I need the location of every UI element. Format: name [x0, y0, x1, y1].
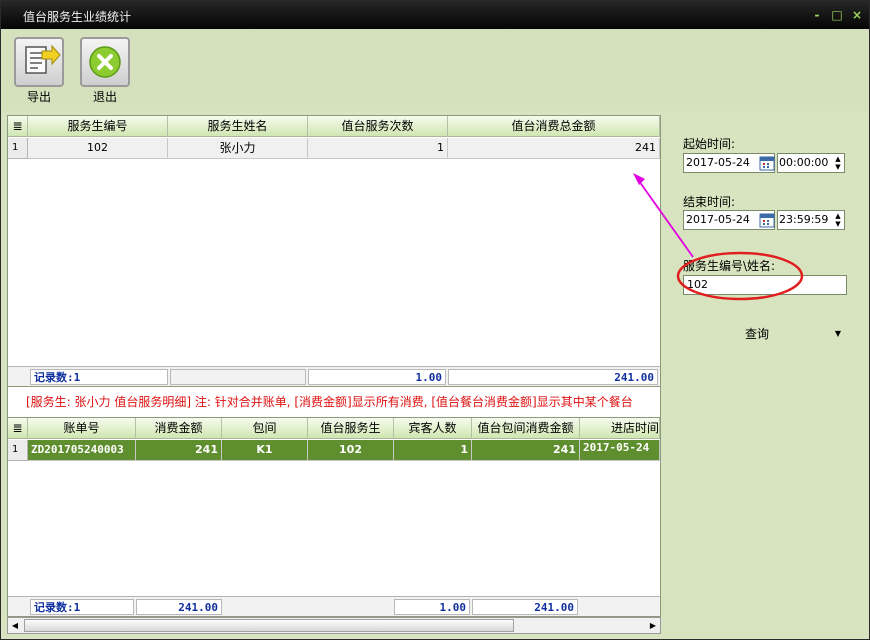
- cell-staff-name[interactable]: 张小力: [168, 138, 308, 159]
- record-count: 记录数:1: [30, 369, 168, 385]
- col-bill-no[interactable]: 账单号: [28, 418, 136, 439]
- title-bar: 值台服务生业绩统计 - □ ×: [1, 1, 869, 29]
- maximize-button[interactable]: □: [829, 7, 845, 23]
- col-service-count[interactable]: 值台服务次数: [308, 116, 448, 137]
- cell-consume-amount[interactable]: 241: [136, 440, 222, 461]
- col-total-amount[interactable]: 值台消费总金额: [448, 116, 660, 137]
- row-number: 1: [8, 440, 28, 461]
- col-staff-id[interactable]: 服务生编号: [28, 116, 168, 137]
- table-row[interactable]: 1 102 张小力 1 241: [8, 138, 660, 159]
- footer-empty: [170, 369, 306, 385]
- end-time-value: 23:59:59: [779, 213, 829, 226]
- footer-room-total: 241.00: [472, 599, 578, 615]
- summary-grid-header: ≣ 服务生编号 服务生姓名 值台服务次数 值台消费总金额: [8, 116, 660, 137]
- row-number: 1: [8, 138, 28, 159]
- footer-guests-total: 1.00: [394, 599, 470, 615]
- col-staff-name[interactable]: 服务生姓名: [168, 116, 308, 137]
- detail-grid-header: ≣ 账单号 消费金额 包间 值台服务生 宾客人数 值台包间消费金额 进店时间: [8, 418, 660, 439]
- end-time-label: 结束时间:: [683, 195, 736, 209]
- cell-guest-count[interactable]: 1: [394, 440, 472, 461]
- main-window: 值台服务生业绩统计 - □ × 导出 退出 ≣ 服务生编号 服务生姓名 值台服务…: [0, 0, 870, 640]
- cell-service-staff[interactable]: 102: [308, 440, 394, 461]
- toolbar: 导出 退出: [1, 29, 869, 111]
- exit-label: 退出: [92, 90, 117, 104]
- col-guest-count[interactable]: 宾客人数: [394, 418, 472, 439]
- cell-service-count[interactable]: 1: [308, 138, 448, 159]
- cell-checkin-time[interactable]: 2017-05-24: [580, 440, 660, 461]
- col-service-staff[interactable]: 值台服务生: [308, 418, 394, 439]
- query-button[interactable]: 查询 ▼: [715, 323, 855, 345]
- export-button[interactable]: 导出: [13, 37, 65, 105]
- start-date-value: 2017-05-24: [686, 156, 750, 169]
- summary-grid-footer: 记录数:1 1.00 241.00: [8, 366, 660, 386]
- calendar-icon[interactable]: [759, 212, 775, 228]
- cell-staff-id[interactable]: 102: [28, 138, 168, 159]
- cell-bill-no[interactable]: ZD201705240003: [28, 440, 136, 461]
- end-time-input[interactable]: 23:59:59 ▲ ▼: [777, 210, 845, 230]
- staff-input-value: 102: [687, 278, 708, 291]
- col-room[interactable]: 包间: [222, 418, 308, 439]
- cell-total-amount[interactable]: 241: [448, 138, 660, 159]
- scroll-left-icon[interactable]: ◀: [8, 618, 22, 633]
- detail-grid: ≣ 账单号 消费金额 包间 值台服务生 宾客人数 值台包间消费金额 进店时间 1…: [7, 417, 661, 617]
- exit-icon: [80, 37, 130, 87]
- grid-menu-icon[interactable]: ≣: [8, 418, 28, 439]
- footer-amount-total: 241.00: [136, 599, 222, 615]
- start-time-label: 起始时间:: [683, 137, 736, 151]
- cell-room-amount[interactable]: 241: [472, 440, 580, 461]
- spinner-icon[interactable]: ▲ ▼: [833, 212, 843, 228]
- end-date-value: 2017-05-24: [686, 213, 750, 226]
- minimize-button[interactable]: -: [809, 7, 825, 23]
- window-title: 值台服务生业绩统计: [23, 10, 132, 24]
- scroll-thumb[interactable]: [24, 619, 514, 632]
- detail-grid-footer: 记录数:1 241.00 1.00 241.00: [8, 596, 660, 616]
- close-button[interactable]: ×: [849, 7, 865, 23]
- horizontal-scrollbar[interactable]: ◀ ▶: [7, 617, 661, 634]
- filter-panel: 起始时间: 2017-05-24 00:00:00 ▲ ▼ 结束时间: 2017-…: [665, 111, 867, 635]
- export-icon: [14, 37, 64, 87]
- cell-room[interactable]: K1: [222, 440, 308, 461]
- staff-label: 服务生编号\姓名:: [683, 259, 776, 273]
- col-checkin-time[interactable]: 进店时间: [580, 418, 660, 439]
- start-time-input[interactable]: 00:00:00 ▲ ▼: [777, 153, 845, 173]
- footer-service-total: 1.00: [308, 369, 446, 385]
- record-count: 记录数:1: [30, 599, 134, 615]
- summary-grid: ≣ 服务生编号 服务生姓名 值台服务次数 值台消费总金额 1 102 张小力 1…: [7, 115, 661, 387]
- detail-info-text: [服务生: 张小力 值台服务明细] 注: 针对合并账单, [消费金额]显示所有消…: [7, 387, 661, 417]
- footer-amount-total: 241.00: [448, 369, 658, 385]
- scroll-right-icon[interactable]: ▶: [646, 618, 660, 633]
- start-time-value: 00:00:00: [779, 156, 829, 169]
- calendar-icon[interactable]: [759, 155, 775, 171]
- dropdown-arrow-icon[interactable]: ▼: [835, 323, 841, 345]
- staff-input[interactable]: 102: [683, 275, 847, 295]
- query-label: 查询: [745, 327, 770, 341]
- grid-menu-icon[interactable]: ≣: [8, 116, 28, 137]
- col-consume-amount[interactable]: 消费金额: [136, 418, 222, 439]
- spinner-icon[interactable]: ▲ ▼: [833, 155, 843, 171]
- export-label: 导出: [26, 90, 51, 104]
- col-room-amount[interactable]: 值台包间消费金额: [472, 418, 580, 439]
- exit-button[interactable]: 退出: [79, 37, 131, 105]
- table-row-selected[interactable]: 1 ZD201705240003 241 K1 102 1 241 2017-0…: [8, 440, 660, 461]
